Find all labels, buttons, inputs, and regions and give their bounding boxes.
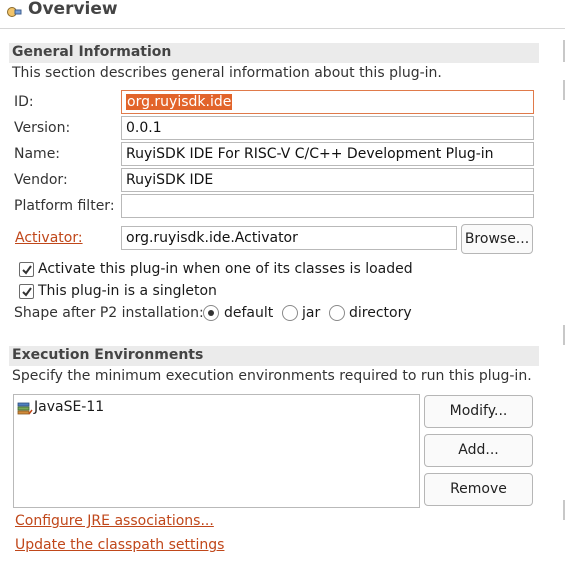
update-classpath-link[interactable]: Update the classpath settings [15, 537, 224, 553]
execution-environments-list[interactable]: JavaSE-11 [13, 394, 420, 508]
singleton-label: This plug-in is a singleton [38, 283, 217, 299]
remove-button[interactable]: Remove [424, 473, 533, 506]
java-library-icon [17, 400, 33, 416]
execution-section-description: Specify the minimum execution environmen… [12, 368, 532, 384]
platform-filter-field[interactable] [121, 194, 534, 218]
activator-link[interactable]: Activator: [15, 230, 83, 246]
id-label: ID: [14, 94, 34, 110]
version-field[interactable]: 0.0.1 [121, 116, 534, 140]
configure-jre-link[interactable]: Configure JRE associations... [15, 513, 214, 529]
page-title: Overview [28, 0, 118, 19]
version-label: Version: [14, 120, 71, 136]
shape-default-radio[interactable] [203, 305, 219, 321]
add-button[interactable]: Add... [424, 434, 533, 467]
browse-button[interactable]: Browse... [461, 224, 533, 254]
name-field[interactable]: RuyiSDK IDE For RISC-V C/C++ Development… [121, 142, 534, 166]
shape-jar-label: jar [302, 305, 321, 321]
general-section-description: This section describes general informati… [12, 65, 442, 81]
shape-default-label: default [224, 305, 274, 321]
id-field[interactable]: org.ruyisdk.ide [121, 90, 534, 114]
list-item[interactable]: JavaSE-11 [34, 399, 104, 415]
checkmark-icon [22, 287, 32, 297]
shape-directory-label: directory [349, 305, 412, 321]
singleton-checkbox[interactable] [19, 284, 34, 299]
platform-filter-label: Platform filter: [14, 198, 115, 214]
plugin-icon [6, 4, 22, 20]
shape-directory-radio[interactable] [329, 305, 345, 321]
name-label: Name: [14, 146, 61, 162]
modify-button[interactable]: Modify... [424, 395, 533, 428]
shape-label: Shape after P2 installation: [14, 305, 204, 321]
execution-section-title: Execution Environments [12, 347, 204, 363]
overview-header: Overview [0, 0, 565, 28]
shape-jar-radio[interactable] [282, 305, 298, 321]
checkmark-icon [22, 265, 32, 275]
general-section-title: General Information [12, 44, 172, 60]
header-divider [0, 28, 565, 29]
vendor-label: Vendor: [14, 172, 68, 188]
vendor-field[interactable]: RuyiSDK IDE [121, 168, 534, 192]
activate-on-load-label: Activate this plug-in when one of its cl… [38, 261, 413, 277]
activator-field[interactable]: org.ruyisdk.ide.Activator [121, 226, 457, 250]
activate-on-load-checkbox[interactable] [19, 262, 34, 277]
id-field-value: org.ruyisdk.ide [126, 94, 233, 110]
